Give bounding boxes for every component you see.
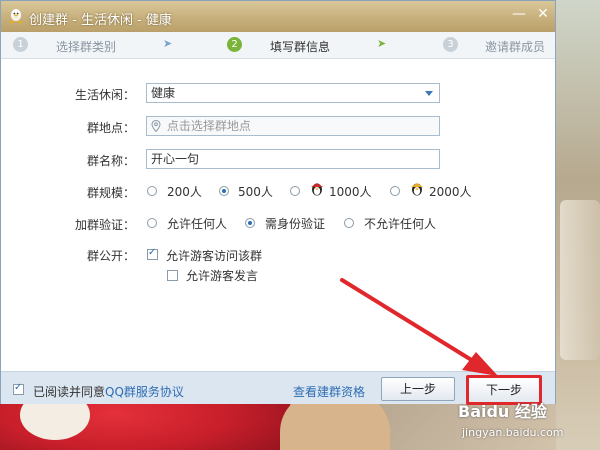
- location-label: 群地点：: [86, 121, 135, 135]
- watermark-brand: Baidu 经验: [458, 402, 547, 421]
- size-2000-text: 2000人: [429, 185, 472, 199]
- verify-identity-radio[interactable]: [245, 218, 255, 228]
- agree-text: 已阅读并同意QQ群服务协议: [33, 383, 184, 400]
- step-3-number: 3: [443, 37, 458, 52]
- location-pin-icon: [151, 120, 161, 132]
- agree-prefix: 已阅读并同意: [33, 385, 106, 399]
- create-group-dialog: 创建群 - 生活休闲 - 健康 — ✕ 1 选择群类别 ➤ 2 填写群信息 ➤ …: [0, 0, 556, 405]
- chevron-down-icon: [425, 91, 433, 96]
- allow-visitor-checkbox[interactable]: [147, 247, 158, 260]
- title-bar[interactable]: 创建群 - 生活休闲 - 健康 — ✕: [1, 1, 555, 32]
- window-title: 创建群 - 生活休闲 - 健康: [29, 13, 172, 28]
- size-200-radio[interactable]: [147, 186, 157, 196]
- category-select[interactable]: 健康: [146, 83, 440, 103]
- size-1000-radio[interactable]: [290, 186, 300, 196]
- group-size-label: 群规模：: [86, 186, 135, 200]
- step-arrow-icon: ➤: [377, 37, 387, 50]
- background-object: [560, 200, 600, 360]
- group-name-value: 开心一句: [151, 152, 200, 166]
- location-field[interactable]: 点击选择群地点: [146, 116, 440, 136]
- verify-none-radio[interactable]: [344, 218, 354, 228]
- penguin-badge-icon: [311, 183, 323, 196]
- step-arrow-icon: ➤: [163, 37, 173, 50]
- size-2000-radio[interactable]: [390, 186, 400, 196]
- form-area: 生活休闲： 健康 群地点： 点击选择群地点 群名称： 开心一句 群规模： 200…: [1, 59, 555, 371]
- verify-identity-text: 需身份验证: [265, 217, 326, 231]
- service-agreement-link[interactable]: QQ群服务协议: [105, 385, 184, 399]
- location-placeholder: 点击选择群地点: [166, 119, 251, 133]
- watermark-url: jingyan.baidu.com: [462, 426, 564, 439]
- size-200-text: 200人: [167, 185, 202, 199]
- step-1-label: 选择群类别: [56, 40, 117, 54]
- size-1000-text: 1000人: [329, 185, 372, 199]
- step-1-number: 1: [13, 37, 28, 52]
- close-button[interactable]: ✕: [533, 5, 553, 23]
- verify-none-text: 不允许任何人: [364, 217, 437, 231]
- minimize-button[interactable]: —: [509, 5, 529, 23]
- group-name-input[interactable]: 开心一句: [146, 149, 440, 169]
- allow-visitor-speak-checkbox[interactable]: [167, 270, 178, 281]
- view-qualification-link[interactable]: 查看建群资格: [293, 383, 365, 400]
- verify-label: 加群验证：: [74, 218, 135, 232]
- size-500-text: 500人: [238, 185, 273, 199]
- penguin-gold-badge-icon: [411, 183, 423, 196]
- public-label: 群公开：: [86, 249, 135, 263]
- agree-checkbox[interactable]: [13, 382, 24, 395]
- verify-anyone-radio[interactable]: [147, 218, 157, 228]
- size-500-radio[interactable]: [219, 186, 229, 196]
- baidu-watermark: Baidu 经验 jingyan.baidu.com: [458, 396, 600, 450]
- verify-anyone-text: 允许任何人: [167, 217, 228, 231]
- step-3-label: 邀请群成员: [485, 40, 546, 54]
- qq-penguin-icon: [9, 9, 23, 23]
- step-2-label: 填写群信息: [270, 40, 331, 54]
- category-value: 健康: [151, 86, 176, 100]
- step-indicator: 1 选择群类别 ➤ 2 填写群信息 ➤ 3 邀请群成员: [1, 32, 555, 59]
- prev-button[interactable]: 上一步: [381, 377, 455, 401]
- allow-visitor-speak-text: 允许游客发言: [186, 269, 259, 283]
- allow-visitor-text: 允许游客访问该群: [166, 249, 263, 263]
- step-2-number: 2: [227, 37, 242, 52]
- group-name-label: 群名称：: [86, 154, 135, 168]
- category-label: 生活休闲：: [74, 88, 135, 102]
